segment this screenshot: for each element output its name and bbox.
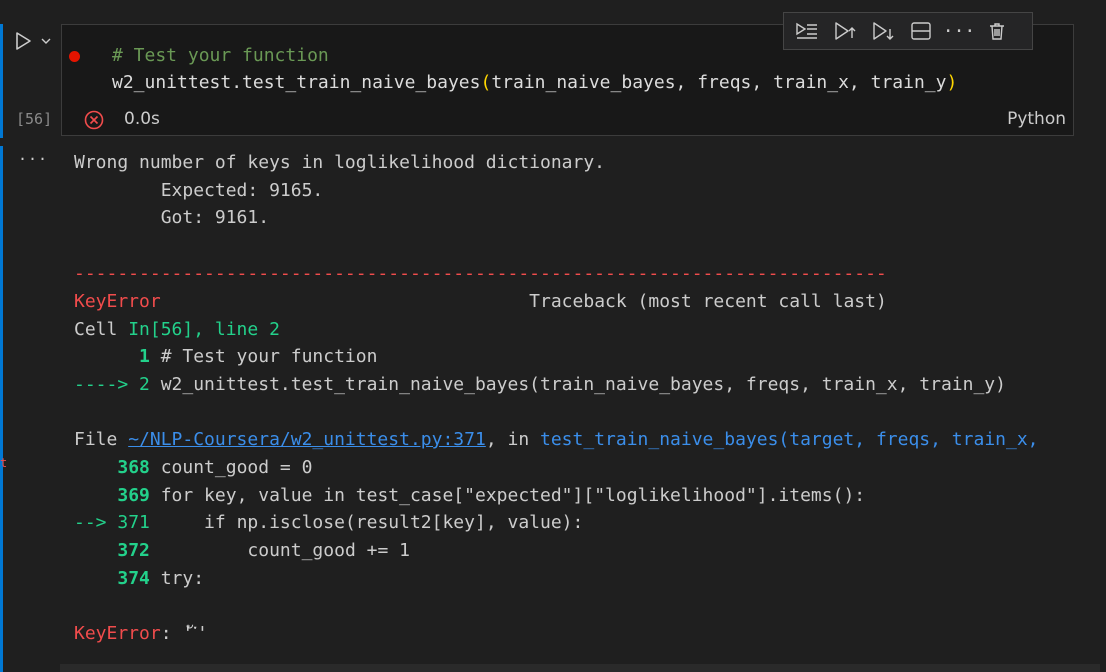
cell-gutter: [56] ··· t [0, 0, 60, 672]
source-line-number: 374 [117, 568, 150, 589]
chevron-down-icon [41, 38, 51, 44]
more-actions-button[interactable]: ··· [942, 16, 976, 46]
source-line-current: --> 371 if np.isclose(result2[key], valu… [74, 510, 583, 536]
code-line-call: w2_unittest.test_train_naive_bayes(train… [112, 72, 957, 94]
cell-output: Wrong number of keys in loglikelihood di… [74, 150, 1106, 650]
traceback-line-number: 1 [74, 346, 150, 367]
source-line-prefix [74, 485, 117, 506]
traceback-code: # Test your function [149, 346, 378, 367]
traceback-cell-prefix: Cell [74, 319, 129, 340]
run-cell-button[interactable] [12, 30, 34, 52]
traceback-file-ref: File ~/NLP-Coursera/w2_unittest.py:371, … [74, 427, 1039, 453]
error-name: KeyError [74, 291, 161, 312]
traceback-separator: ----------------------------------------… [74, 263, 887, 284]
traceback-line: ----> 2 w2_unittest.test_train_naive_bay… [74, 372, 1006, 398]
traceback-cell-link[interactable]: In[56], line 2 [128, 319, 280, 340]
source-line: 369 for key, value in test_case["expecte… [74, 483, 865, 509]
split-cell-button[interactable] [904, 16, 938, 46]
breakpoint-icon[interactable] [69, 51, 80, 62]
kernel-language[interactable]: Python [1007, 109, 1066, 129]
source-line-number: 369 [117, 485, 150, 506]
code-line-comment: # Test your function [112, 45, 329, 66]
traceback-cell-ref: Cell In[56], line 2 [74, 317, 280, 343]
split-cell-icon [911, 22, 931, 40]
delete-icon [990, 23, 1004, 40]
code-call-args: train_naive_bayes, freqs, train_x, train… [491, 72, 947, 93]
source-line-number: 372 [117, 540, 150, 561]
source-code: count_good += 1 [149, 540, 410, 561]
code-close-paren: ) [946, 72, 958, 93]
traceback-function: test_train_naive_bayes(target, freqs, tr… [540, 429, 1039, 450]
source-line: 374 try: [74, 566, 204, 592]
final-error-message: : 'ั་' [160, 623, 208, 644]
final-error: KeyError: 'ั་' [74, 621, 208, 647]
run-by-line-button[interactable] [790, 16, 824, 46]
execute-above-button[interactable] [828, 16, 862, 46]
source-code: for key, value in test_case["expected"][… [149, 485, 866, 506]
stray-text: t [0, 456, 8, 470]
traceback-header-spacer [161, 291, 529, 312]
source-line-number: 371 [117, 512, 150, 533]
source-line-prefix [74, 568, 117, 589]
traceback-line: 1 # Test your function [74, 344, 377, 370]
play-icon [16, 32, 31, 50]
traceback-header: KeyError Traceback (most recent call las… [74, 289, 887, 315]
source-code: try: [149, 568, 205, 589]
cell-status-bar: 0.0s Python [61, 104, 1074, 136]
execute-above-icon [835, 22, 856, 40]
traceback-file-link[interactable]: ~/NLP-Coursera/w2_unittest.py:371 [128, 429, 486, 450]
source-line-number: 368 [117, 457, 150, 478]
traceback-header-text: Traceback (most recent call last) [529, 291, 887, 312]
cell-toolbar: ··· [783, 12, 1033, 50]
output-line: Got: 9161. [74, 207, 270, 228]
delete-cell-button[interactable] [980, 16, 1014, 46]
final-error-name: KeyError [74, 623, 161, 644]
source-line-prefix [74, 457, 117, 478]
execution-duration: 0.0s [124, 109, 160, 129]
notebook-cell: [56] ··· t # Test your function w2_unitt… [0, 0, 1106, 672]
traceback-in-text: , in [485, 429, 540, 450]
more-icon: ··· [942, 20, 976, 42]
execute-below-icon [873, 22, 894, 40]
source-line: 372 count_good += 1 [74, 538, 410, 564]
source-line: 368 count_good = 0 [74, 455, 312, 481]
traceback-arrow: ----> 2 [74, 374, 150, 395]
horizontal-scrollbar[interactable] [60, 664, 1100, 672]
output-actions-button[interactable]: ··· [18, 150, 48, 168]
run-by-line-icon [796, 22, 817, 39]
source-code: count_good = 0 [149, 457, 313, 478]
run-options-dropdown[interactable] [39, 34, 53, 48]
code-open-paren: ( [480, 72, 492, 93]
source-line-arrow: --> [74, 512, 118, 533]
execute-below-button[interactable] [866, 16, 900, 46]
output-line: Expected: 9165. [74, 180, 324, 201]
traceback-file-prefix: File [74, 429, 129, 450]
cell-focus-indicator [0, 24, 3, 138]
source-code: if np.isclose(result2[key], value): [149, 512, 584, 533]
error-status-icon [84, 110, 104, 130]
source-line-prefix [74, 540, 117, 561]
output-focus-indicator [0, 146, 3, 672]
traceback-code: w2_unittest.test_train_naive_bayes(train… [149, 374, 1006, 395]
code-call-name: w2_unittest.test_train_naive_bayes [112, 72, 481, 93]
output-line: Wrong number of keys in loglikelihood di… [74, 152, 606, 173]
execution-count: [56] [16, 110, 53, 128]
